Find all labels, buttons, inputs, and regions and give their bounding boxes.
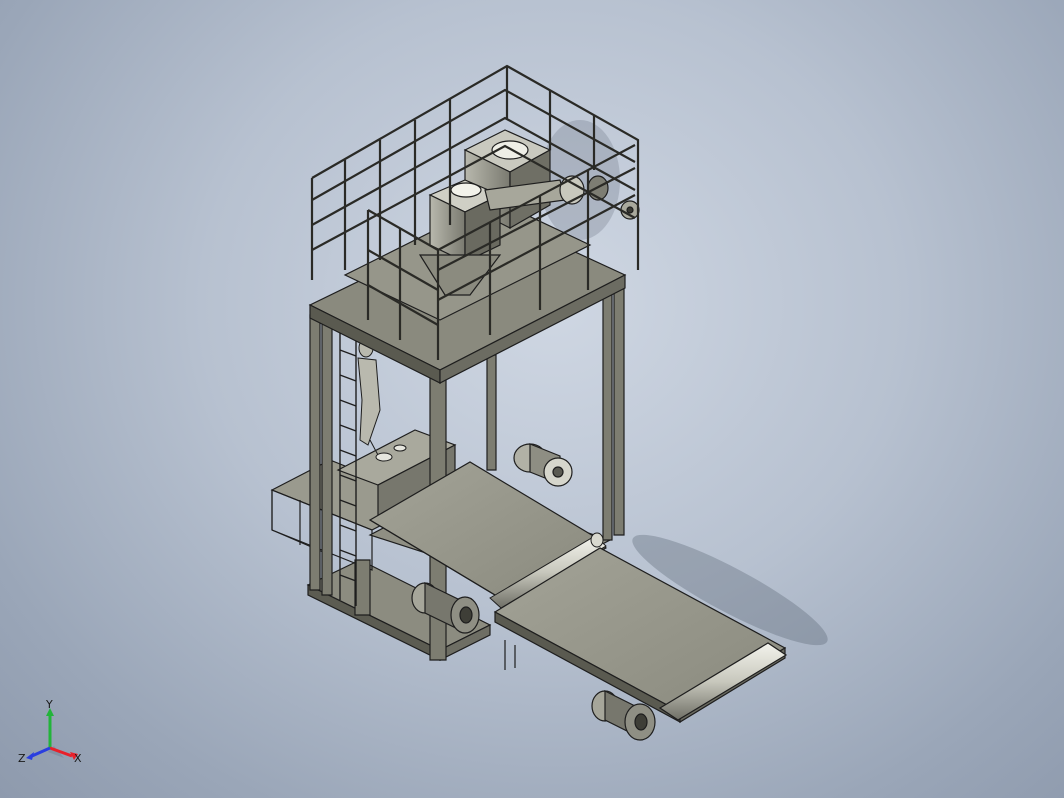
x-axis-label: X — [74, 752, 82, 765]
z-axis-line — [31, 746, 51, 758]
z-axis-label: Z — [18, 752, 26, 765]
vibration-motor[interactable] — [513, 443, 573, 487]
cad-viewport[interactable]: Y X Z — [0, 0, 1064, 798]
bagging-machine-model[interactable] — [0, 0, 1064, 798]
coordinate-triad[interactable]: Y X Z — [18, 700, 98, 780]
y-axis-label: Y — [45, 700, 53, 711]
z-axis-arrow — [26, 752, 34, 760]
